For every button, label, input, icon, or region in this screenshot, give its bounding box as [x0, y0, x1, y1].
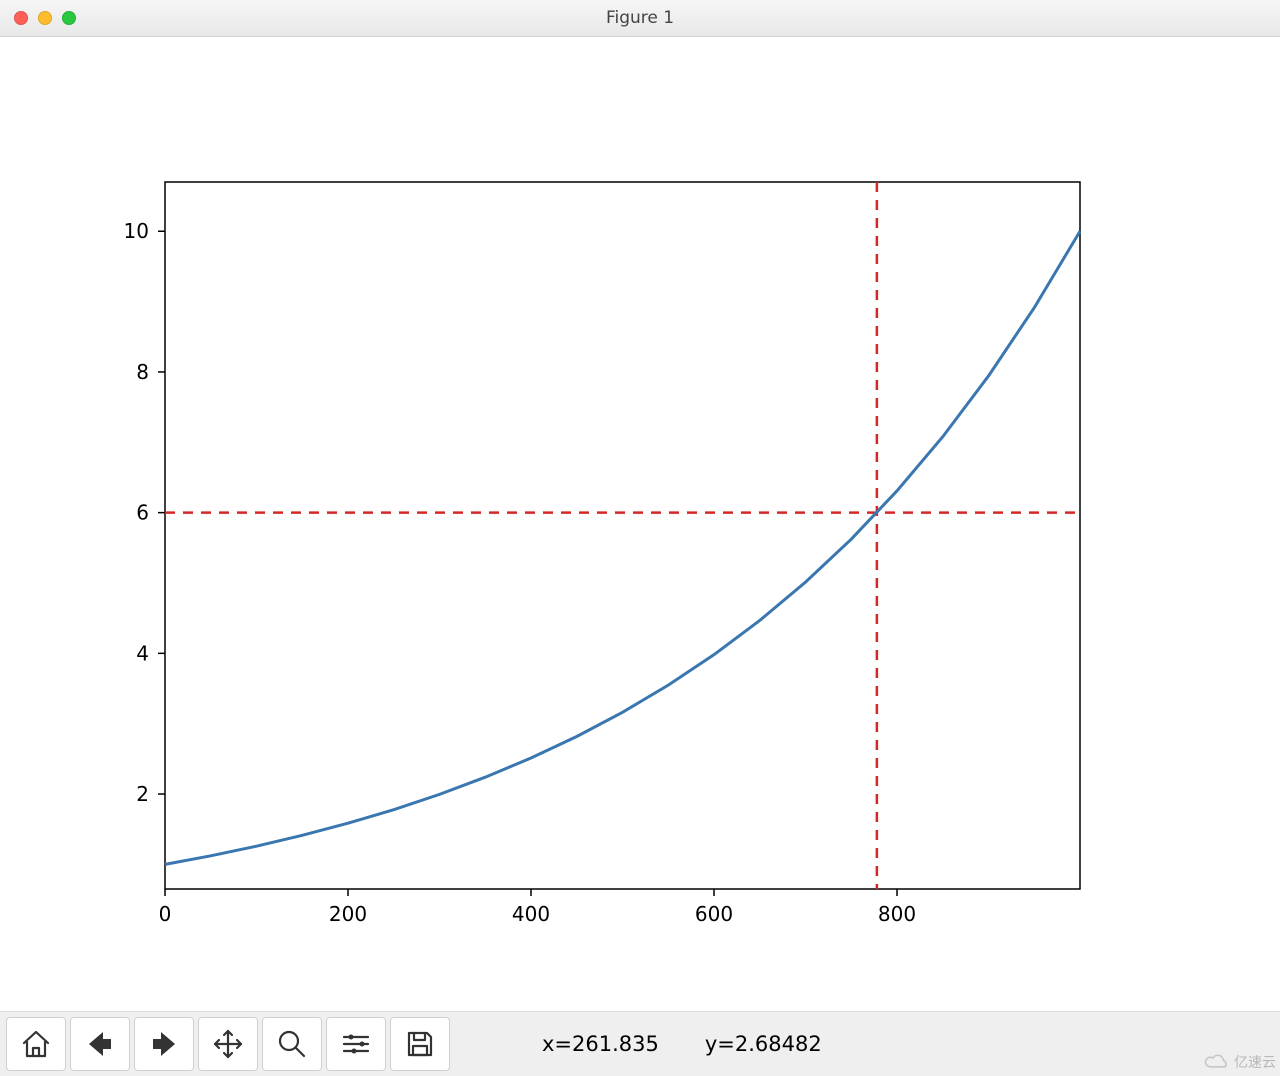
floppy-icon — [404, 1028, 436, 1060]
coord-y: y=2.68482 — [705, 1032, 822, 1056]
y-tick-label: 8 — [136, 360, 149, 384]
figure-canvas[interactable]: 0 200 400 600 800 2 4 6 8 10 — [0, 37, 1280, 1013]
cursor-coordinates: x=261.835 y=2.68482 — [542, 1032, 822, 1056]
traffic-lights — [14, 11, 76, 25]
titlebar: Figure 1 — [0, 0, 1280, 37]
series-curve — [165, 231, 1080, 864]
configure-button[interactable] — [326, 1017, 386, 1071]
magnifier-icon — [276, 1028, 308, 1060]
cloud-icon — [1204, 1054, 1230, 1070]
home-button[interactable] — [6, 1017, 66, 1071]
x-tick-label: 800 — [878, 902, 916, 926]
y-tick-label: 6 — [136, 501, 149, 525]
pan-button[interactable] — [198, 1017, 258, 1071]
x-tick-label: 0 — [159, 902, 172, 926]
y-tick-label: 10 — [124, 219, 149, 243]
save-button[interactable] — [390, 1017, 450, 1071]
minimize-icon[interactable] — [38, 11, 52, 25]
x-tick-label: 400 — [512, 902, 550, 926]
y-tick-label: 4 — [136, 641, 149, 665]
window-title: Figure 1 — [0, 8, 1280, 28]
matplotlib-toolbar: x=261.835 y=2.68482 亿速云 — [0, 1011, 1280, 1076]
move-icon — [212, 1028, 244, 1060]
watermark: 亿速云 — [1204, 1052, 1276, 1072]
arrow-right-icon — [148, 1028, 180, 1060]
arrow-left-icon — [84, 1028, 116, 1060]
sliders-icon — [340, 1028, 372, 1060]
home-icon — [20, 1028, 52, 1060]
y-tick-label: 2 — [136, 782, 149, 806]
zoom-icon[interactable] — [62, 11, 76, 25]
coord-x: x=261.835 — [542, 1032, 659, 1056]
forward-button[interactable] — [134, 1017, 194, 1071]
close-icon[interactable] — [14, 11, 28, 25]
zoom-button[interactable] — [262, 1017, 322, 1071]
x-tick-label: 600 — [695, 902, 733, 926]
plot[interactable]: 0 200 400 600 800 2 4 6 8 10 — [0, 37, 1280, 1013]
back-button[interactable] — [70, 1017, 130, 1071]
watermark-text: 亿速云 — [1234, 1052, 1276, 1072]
x-tick-label: 200 — [329, 902, 367, 926]
